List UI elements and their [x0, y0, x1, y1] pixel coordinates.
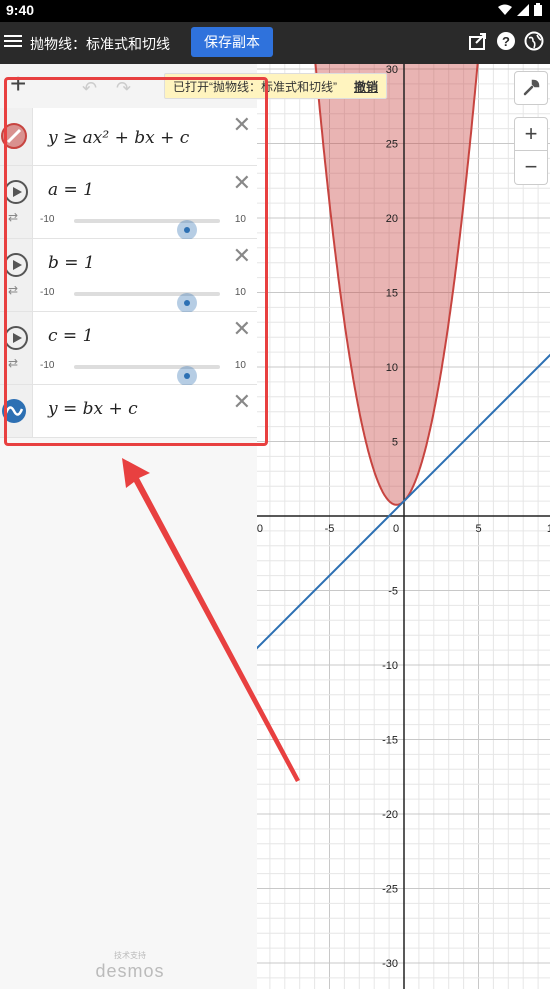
- toast-undo-link[interactable]: 撤销: [354, 74, 378, 100]
- y-tick-label: -15: [382, 735, 398, 747]
- status-bar: 9:40: [0, 0, 550, 22]
- zoom-out-button[interactable]: −: [514, 151, 548, 185]
- signal-icon: [517, 3, 529, 16]
- status-time: 9:40: [6, 2, 35, 18]
- y-tick-label: 20: [386, 213, 398, 225]
- y-tick-label: 10: [386, 362, 398, 374]
- svg-text:?: ?: [502, 34, 510, 49]
- x-tick-label: -5: [325, 523, 335, 535]
- app-toolbar: 抛物线：标准式和切线 保存副本 ?: [0, 22, 550, 64]
- desmos-brand: 技术支持 desmos: [90, 950, 170, 982]
- y-tick-label: -20: [382, 809, 398, 821]
- graph-tools: + −: [514, 71, 548, 185]
- y-tick-label: -10: [382, 660, 398, 672]
- powered-by-label: 技术支持: [114, 951, 146, 960]
- y-tick-label: 25: [386, 139, 398, 151]
- graph-paper[interactable]: -10-5051030252015105-5-10-15-20-25-30: [257, 64, 550, 989]
- desmos-logo: desmos: [95, 961, 165, 981]
- help-icon[interactable]: ?: [496, 31, 516, 51]
- y-tick-label: -5: [388, 586, 398, 598]
- battery-icon: [534, 3, 542, 16]
- y-tick-label: 15: [386, 288, 398, 300]
- y-tick-label: -25: [382, 884, 398, 896]
- x-tick-label: 5: [475, 523, 481, 535]
- wifi-icon: [498, 4, 512, 15]
- status-icons: [498, 3, 542, 16]
- x-tick-label: 0: [393, 523, 399, 535]
- graph-settings-button[interactable]: [514, 71, 548, 105]
- annotation-arrow: [122, 458, 300, 782]
- wrench-icon: [523, 79, 540, 96]
- menu-icon[interactable]: [4, 32, 22, 48]
- share-icon[interactable]: [468, 31, 488, 51]
- y-tick-label: 30: [386, 64, 398, 76]
- save-copy-button[interactable]: 保存副本: [191, 27, 273, 57]
- y-tick-label: -30: [382, 958, 398, 970]
- y-tick-label: 5: [392, 437, 398, 449]
- highlight-frame: [4, 77, 268, 446]
- graph-title[interactable]: 抛物线：标准式和切线: [30, 34, 170, 54]
- globe-icon[interactable]: [524, 31, 544, 51]
- zoom-in-button[interactable]: +: [514, 117, 548, 151]
